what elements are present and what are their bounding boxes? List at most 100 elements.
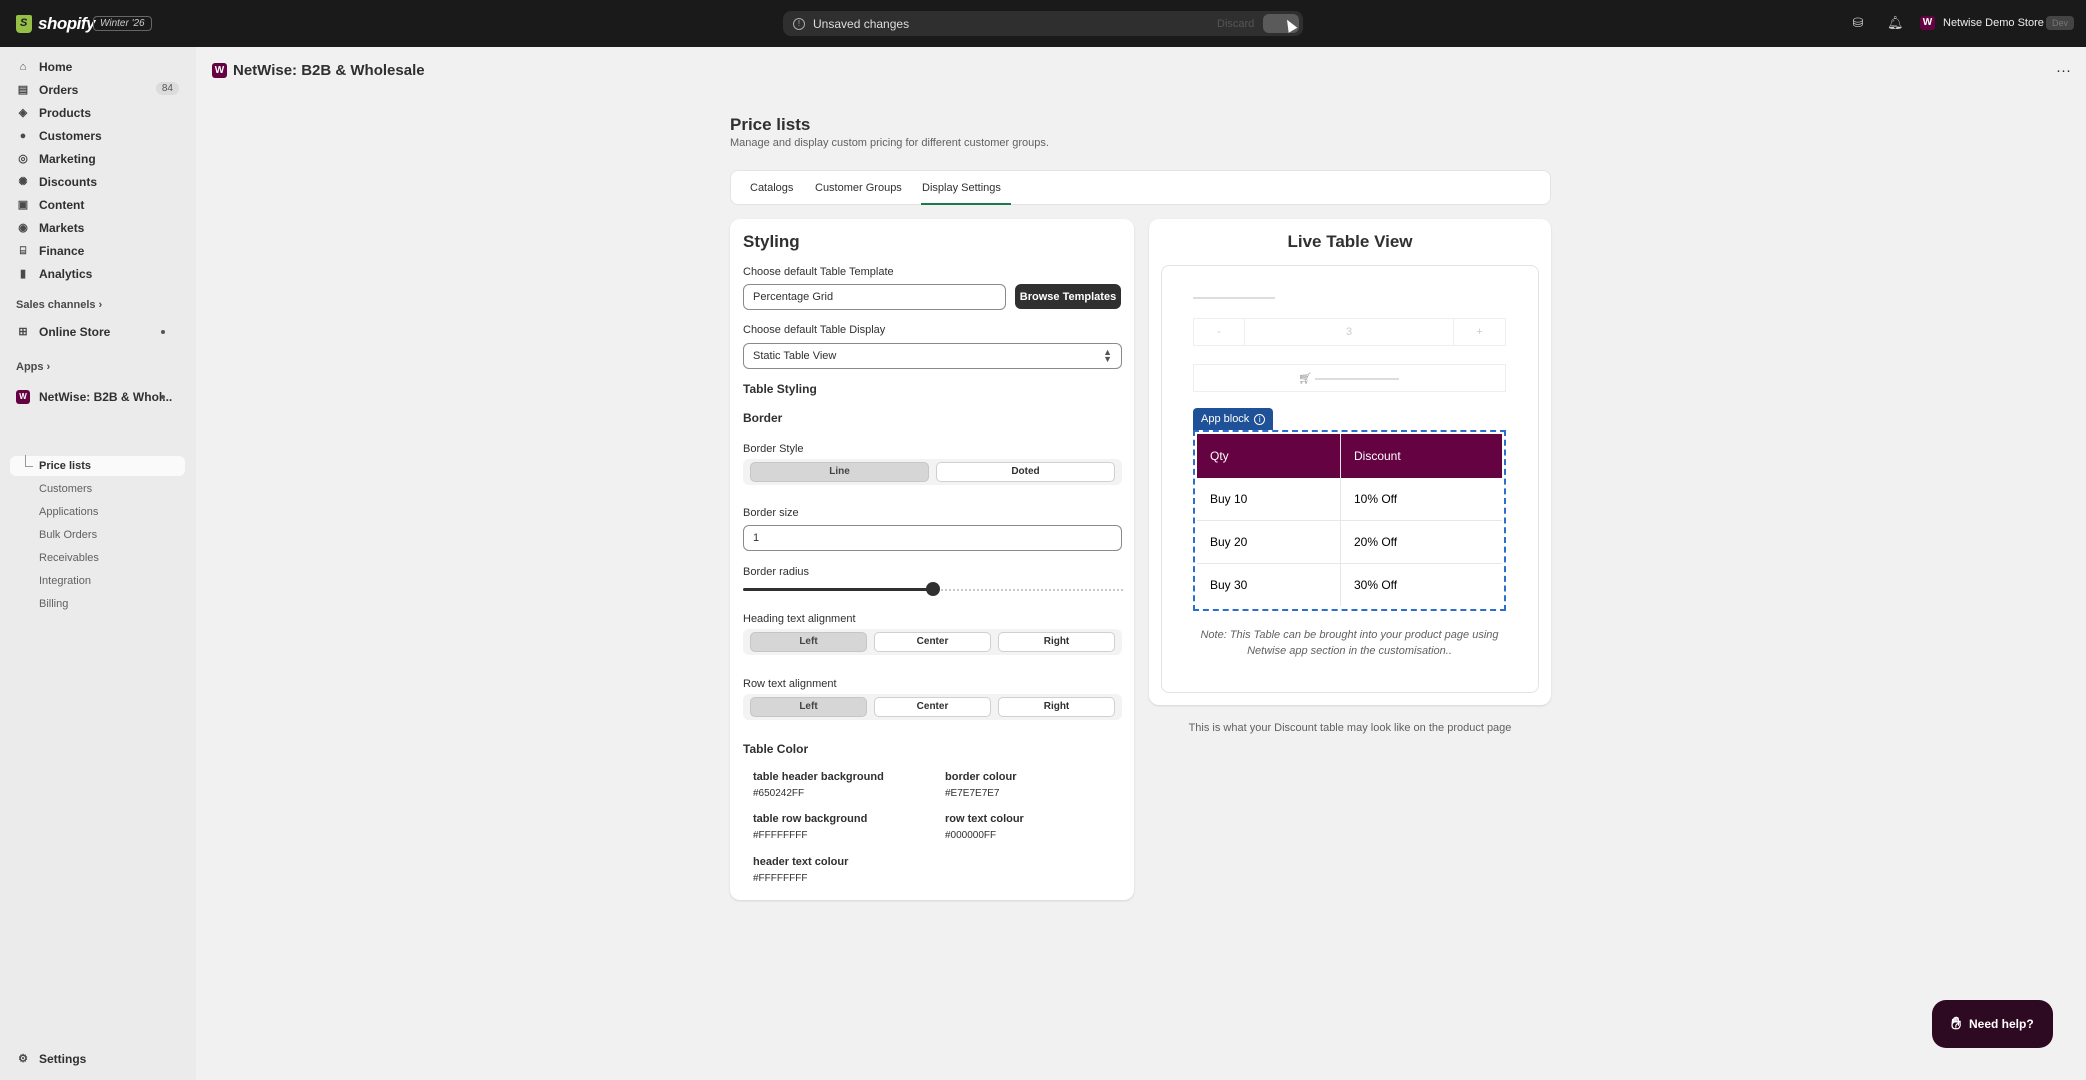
app-block-label: App block: [1201, 413, 1250, 425]
live-table-heading: Live Table View: [1287, 232, 1413, 251]
more-dot: [161, 330, 165, 334]
gear-icon: ⚙: [18, 1053, 28, 1065]
border-heading: Border: [743, 411, 783, 425]
app-title: NetWise: B2B & Wholesale: [233, 62, 425, 79]
slider-rest: [941, 589, 1123, 591]
unsaved-text: Unsaved changes: [813, 16, 910, 31]
tab-catalogs[interactable]: Catalogs: [750, 182, 793, 194]
sidebar-item-label: Orders: [39, 83, 79, 97]
template-input[interactable]: Percentage Grid: [743, 284, 1006, 310]
sidebar-item-customers[interactable]: ● Customers: [10, 126, 185, 146]
discount-icon: ✺: [18, 176, 28, 188]
sidebar-item-finance[interactable]: ⌸ Finance: [10, 241, 185, 261]
discard-button[interactable]: Discard: [1211, 15, 1260, 32]
need-help-label: Need help?: [1969, 1017, 2034, 1031]
orders-icon: ▤: [17, 84, 29, 96]
browse-templates-button[interactable]: Browse Templates: [1015, 284, 1121, 309]
header-bg-value[interactable]: #650242FF: [753, 788, 804, 799]
table-header-row: Qty Discount: [1197, 434, 1502, 478]
row-bg-label: table row background: [753, 813, 868, 825]
sidebar-item-content[interactable]: ▣ Content: [10, 195, 185, 215]
sidebar-sub-bulk-orders[interactable]: Bulk Orders: [39, 529, 97, 541]
sidebar-item-netwise-app[interactable]: W NetWise: B2B & Whol...: [10, 387, 185, 407]
apps-label[interactable]: Apps ›: [16, 361, 50, 373]
sidebar-item-marketing[interactable]: ◎ Marketing: [10, 149, 185, 169]
store-logo[interactable]: W: [1920, 16, 1935, 30]
sidebar-sub-receivables[interactable]: Receivables: [39, 552, 99, 564]
sidebar-item-analytics[interactable]: ▮ Analytics: [10, 264, 185, 284]
row-align-right[interactable]: Right: [998, 697, 1115, 717]
sidebar-sub-price-lists[interactable]: Price lists: [39, 460, 91, 472]
border-size-input[interactable]: 1: [743, 525, 1122, 551]
sidebar-item-products[interactable]: ◈ Products: [10, 103, 185, 123]
header-text-label: header text colour: [753, 856, 849, 868]
sidebar-sub-billing[interactable]: Billing: [39, 598, 68, 610]
skeleton-title: [1193, 297, 1275, 299]
display-select[interactable]: Static Table View ▲ ▼: [743, 343, 1122, 369]
heading-align-center[interactable]: Center: [874, 632, 991, 652]
border-style-toggle: Line Doted: [743, 459, 1122, 485]
slider-fill: [743, 588, 933, 591]
border-colour-value[interactable]: #E7E7E7E7: [945, 788, 1000, 799]
sidebar-item-label: Content: [39, 198, 85, 212]
border-style-doted[interactable]: Doted: [936, 462, 1115, 482]
qty-plus-button: +: [1453, 319, 1505, 345]
cart-icon: 🛒︎: [1298, 373, 1312, 385]
tab-display-settings[interactable]: Display Settings: [922, 182, 1001, 194]
table-cell-qty: Buy 10: [1210, 492, 1248, 506]
border-radius-label: Border radius: [743, 566, 810, 578]
app-block-tag: App block i: [1193, 408, 1274, 430]
table-header-qty: Qty: [1210, 449, 1229, 463]
store-icon[interactable]: ⛁: [1851, 16, 1865, 30]
row-text-value[interactable]: #000000FF: [945, 830, 996, 841]
tab-customer-groups[interactable]: Customer Groups: [815, 182, 902, 194]
sidebar-item-discounts[interactable]: ✺ Discounts: [10, 172, 185, 192]
sidebar-item-online-store[interactable]: ⊞ Online Store: [10, 322, 185, 342]
info-icon: !: [793, 17, 805, 30]
sidebar-item-home[interactable]: ⌂ Home: [10, 57, 185, 77]
table-row: Buy 20 20% Off: [1197, 521, 1502, 564]
row-align-center[interactable]: Center: [874, 697, 991, 717]
header-bg-label: table header background: [753, 771, 884, 783]
sidebar-item-label: Markets: [39, 221, 85, 235]
store-name[interactable]: Netwise Demo Store: [1943, 17, 2044, 29]
display-label: Choose default Table Display: [743, 324, 886, 336]
sidebar-sub-customers[interactable]: Customers: [39, 483, 92, 495]
more-dot: [161, 395, 165, 399]
sidebar-item-label: Online Store: [39, 325, 111, 339]
border-colour-label: border colour: [945, 771, 1017, 783]
sidebar-sub-applications[interactable]: Applications: [39, 506, 98, 518]
row-align-left[interactable]: Left: [750, 697, 867, 717]
heading-align-left[interactable]: Left: [750, 632, 867, 652]
row-align-label: Row text alignment: [743, 678, 837, 690]
heading-align-right[interactable]: Right: [998, 632, 1115, 652]
sidebar-item-label: Marketing: [39, 152, 96, 166]
slider-thumb[interactable]: [926, 582, 940, 596]
sidebar-item-orders[interactable]: ▤ Orders 84: [10, 80, 185, 100]
more-actions-icon[interactable]: ···: [2056, 62, 2071, 79]
template-label: Choose default Table Template: [743, 266, 894, 278]
sidebar-sub-integration[interactable]: Integration: [39, 575, 91, 587]
sales-channels-label[interactable]: Sales channels ›: [16, 299, 102, 311]
sidebar-item-label: Finance: [39, 244, 85, 258]
tag-icon: ◈: [18, 107, 28, 119]
sidebar-item-settings[interactable]: ⚙ Settings: [10, 1049, 185, 1069]
table-note: Note: This Table can be brought into you…: [1200, 629, 1499, 657]
need-help-button[interactable]: ✋︎ Need help?: [1932, 1000, 2053, 1048]
row-bg-value[interactable]: #FFFFFFFF: [753, 830, 807, 841]
shopify-logo[interactable]: shopify: [16, 14, 95, 34]
bell-icon[interactable]: 🔔︎: [1887, 16, 1904, 30]
table-cell-qty: Buy 30: [1210, 578, 1248, 592]
border-style-line[interactable]: Line: [750, 462, 929, 482]
table-header-discount: Discount: [1354, 449, 1401, 463]
sidebar-item-markets[interactable]: ◉ Markets: [10, 218, 185, 238]
table-styling-heading: Table Styling: [743, 382, 817, 396]
chart-icon: ▮: [19, 268, 27, 280]
wave-hand-icon: ✋︎: [1951, 1014, 1961, 1033]
border-radius-slider[interactable]: [743, 582, 1123, 596]
brand-name: shopify: [38, 14, 95, 33]
sales-channels-text: Sales channels: [16, 299, 96, 311]
header-text-value[interactable]: #FFFFFFFF: [753, 873, 807, 884]
heading-align-toggle: Left Center Right: [743, 629, 1122, 655]
unsaved-changes-bar: ! Unsaved changes Discard: [783, 11, 1303, 36]
